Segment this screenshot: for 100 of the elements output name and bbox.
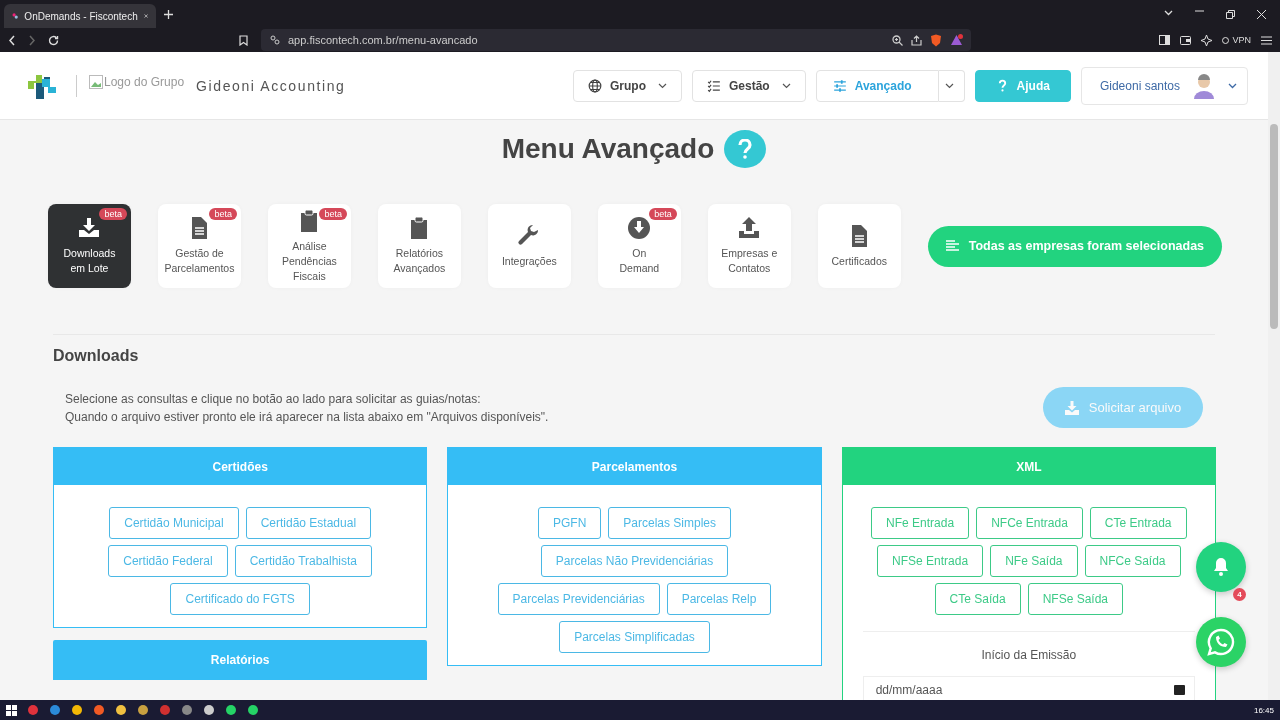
panel-header: Relatórios bbox=[53, 640, 428, 680]
menu-tile[interactable]: Relatórios Avançados bbox=[377, 204, 461, 288]
nav-dropdown[interactable]: Grupo bbox=[573, 69, 682, 102]
bell-icon bbox=[1213, 558, 1229, 576]
menu-tile[interactable]: beta Gestão de Parcelamentos bbox=[157, 204, 241, 288]
option-button[interactable]: Parcelas Simplificadas bbox=[559, 621, 710, 653]
close-icon[interactable] bbox=[1257, 9, 1266, 19]
option-button[interactable]: Certidão Federal bbox=[108, 545, 228, 577]
zoom-icon[interactable] bbox=[892, 34, 903, 46]
list-icon bbox=[707, 78, 721, 93]
option-button[interactable]: Parcelas Simples bbox=[608, 507, 731, 539]
beta-badge: beta bbox=[649, 208, 677, 220]
date-field[interactable]: dd/mm/aaaa bbox=[862, 676, 1195, 700]
sliders-icon bbox=[832, 78, 847, 93]
option-button[interactable]: NFSe Entrada bbox=[877, 545, 984, 577]
taskbar-app-icon[interactable] bbox=[203, 704, 215, 716]
calendar-icon bbox=[1174, 684, 1185, 695]
chat-phone-icon bbox=[1206, 627, 1236, 657]
option-button[interactable]: Parcelas Relp bbox=[666, 583, 772, 615]
taskbar-app-icon[interactable] bbox=[49, 704, 61, 716]
dropdown-toggle[interactable] bbox=[938, 69, 965, 102]
favicon-icon bbox=[12, 10, 19, 22]
help-button[interactable]: Ajuda bbox=[974, 69, 1071, 102]
sparkle-icon[interactable] bbox=[1201, 34, 1213, 46]
notification-count: 4 bbox=[1233, 588, 1246, 601]
field-label: Início da Emissão bbox=[980, 648, 1078, 662]
page-title: Menu Avançado bbox=[501, 133, 715, 165]
wallet-icon[interactable] bbox=[1180, 35, 1192, 45]
menu-tile[interactable]: beta Análise Pendências Fiscais bbox=[267, 204, 351, 288]
option-button[interactable]: Certificado do FGTS bbox=[170, 583, 310, 615]
bookmark-icon[interactable] bbox=[239, 34, 248, 46]
start-icon[interactable] bbox=[6, 704, 17, 716]
download-icon bbox=[77, 216, 102, 240]
minimize-icon[interactable] bbox=[1195, 9, 1204, 12]
taskbar-app-icon[interactable] bbox=[247, 704, 259, 716]
taskbar-app-icon[interactable] bbox=[71, 704, 83, 716]
caret-icon bbox=[1228, 82, 1237, 89]
option-button[interactable]: Certidão Municipal bbox=[109, 507, 239, 539]
option-button[interactable]: Certidão Estadual bbox=[245, 507, 372, 539]
caret-icon bbox=[944, 82, 954, 89]
download-icon bbox=[627, 216, 652, 240]
taskbar-app-icon[interactable] bbox=[137, 704, 149, 716]
taskbar-app-icon[interactable] bbox=[225, 704, 237, 716]
panel-header: Certidões bbox=[54, 448, 427, 485]
option-button[interactable]: NFCe Entrada bbox=[976, 507, 1083, 539]
option-button[interactable]: NFe Entrada bbox=[871, 507, 970, 539]
company-name: Gideoni Accounting bbox=[196, 77, 346, 94]
caret-icon bbox=[781, 82, 791, 89]
globe-icon bbox=[588, 78, 602, 93]
url-text: app.fiscontech.com.br/menu-avancado bbox=[288, 34, 479, 46]
back-icon[interactable] bbox=[8, 34, 16, 46]
browser-tab[interactable]: OnDemands - Fiscontech bbox=[4, 4, 156, 28]
taskbar-app-icon[interactable] bbox=[181, 704, 193, 716]
nav-dropdown[interactable]: Gestão bbox=[692, 69, 806, 102]
option-button[interactable]: NFCe Saída bbox=[1084, 545, 1181, 577]
reload-icon[interactable] bbox=[48, 34, 59, 46]
broken-image-logo: Logo do Grupo bbox=[89, 74, 185, 89]
menu-tile[interactable]: Certificados bbox=[817, 204, 901, 288]
triangle-icon[interactable] bbox=[950, 34, 963, 46]
option-button[interactable]: CTe Entrada bbox=[1089, 507, 1187, 539]
option-button[interactable]: Parcelas Previdenciárias bbox=[497, 583, 660, 615]
menu-tile[interactable]: beta Downloads em Lote bbox=[48, 204, 131, 288]
menu-icon[interactable] bbox=[1261, 35, 1272, 45]
avatar-icon bbox=[1192, 72, 1216, 99]
option-button[interactable]: Certidão Trabalhista bbox=[234, 545, 373, 577]
taskbar-app-icon[interactable] bbox=[115, 704, 127, 716]
option-button[interactable]: CTe Saída bbox=[934, 583, 1021, 615]
tab-list-icon[interactable] bbox=[1164, 9, 1173, 16]
shield-icon[interactable] bbox=[930, 33, 942, 47]
select-companies-button[interactable]: Todas as empresas foram selecionadas bbox=[927, 225, 1223, 267]
vpn-icon bbox=[1222, 36, 1230, 44]
share-icon[interactable] bbox=[911, 34, 922, 46]
upload-icon bbox=[737, 216, 762, 240]
menu-tile[interactable]: Integrações bbox=[487, 204, 571, 288]
forward-icon[interactable] bbox=[28, 34, 36, 46]
panel-header: Parcelamentos bbox=[448, 448, 821, 485]
instructions-text: Selecione as consultas e clique no botão ao lado para solicitar as guias/notas: Quando o arquivo estiver pronto ele irá aparecer na lista abaixo em "Arquivos disponíveis". bbox=[65, 390, 550, 426]
menu-tile[interactable]: Empresas e Contatos bbox=[707, 204, 791, 288]
user-menu[interactable]: Gideoni santos bbox=[1080, 66, 1248, 105]
beta-badge: beta bbox=[209, 208, 237, 220]
sidebar-icon[interactable] bbox=[1159, 35, 1171, 45]
beta-badge: beta bbox=[319, 208, 347, 220]
site-settings-icon[interactable] bbox=[270, 35, 280, 45]
taskbar-app-icon[interactable] bbox=[93, 704, 105, 716]
nav-button[interactable]: Avançado bbox=[815, 69, 939, 102]
caret-icon bbox=[658, 82, 667, 89]
option-button[interactable]: Parcelas Não Previdenciárias bbox=[540, 545, 729, 577]
scrollbar-thumb[interactable] bbox=[1270, 124, 1278, 329]
option-button[interactable]: NFe Saída bbox=[990, 545, 1078, 577]
panel-header: XML bbox=[842, 448, 1215, 485]
new-tab-icon[interactable] bbox=[164, 9, 173, 19]
menu-tile[interactable]: beta On Demand bbox=[597, 204, 681, 288]
download-icon bbox=[1064, 400, 1079, 415]
vpn-button[interactable]: VPN bbox=[1222, 35, 1251, 45]
section-title: Downloads bbox=[53, 347, 140, 365]
tab-title: OnDemands - Fiscontech bbox=[24, 10, 138, 22]
option-button[interactable]: NFSe Saída bbox=[1027, 583, 1124, 615]
restore-icon[interactable] bbox=[1226, 9, 1235, 19]
beta-badge: beta bbox=[99, 208, 127, 220]
option-button[interactable]: PGFN bbox=[537, 507, 602, 539]
